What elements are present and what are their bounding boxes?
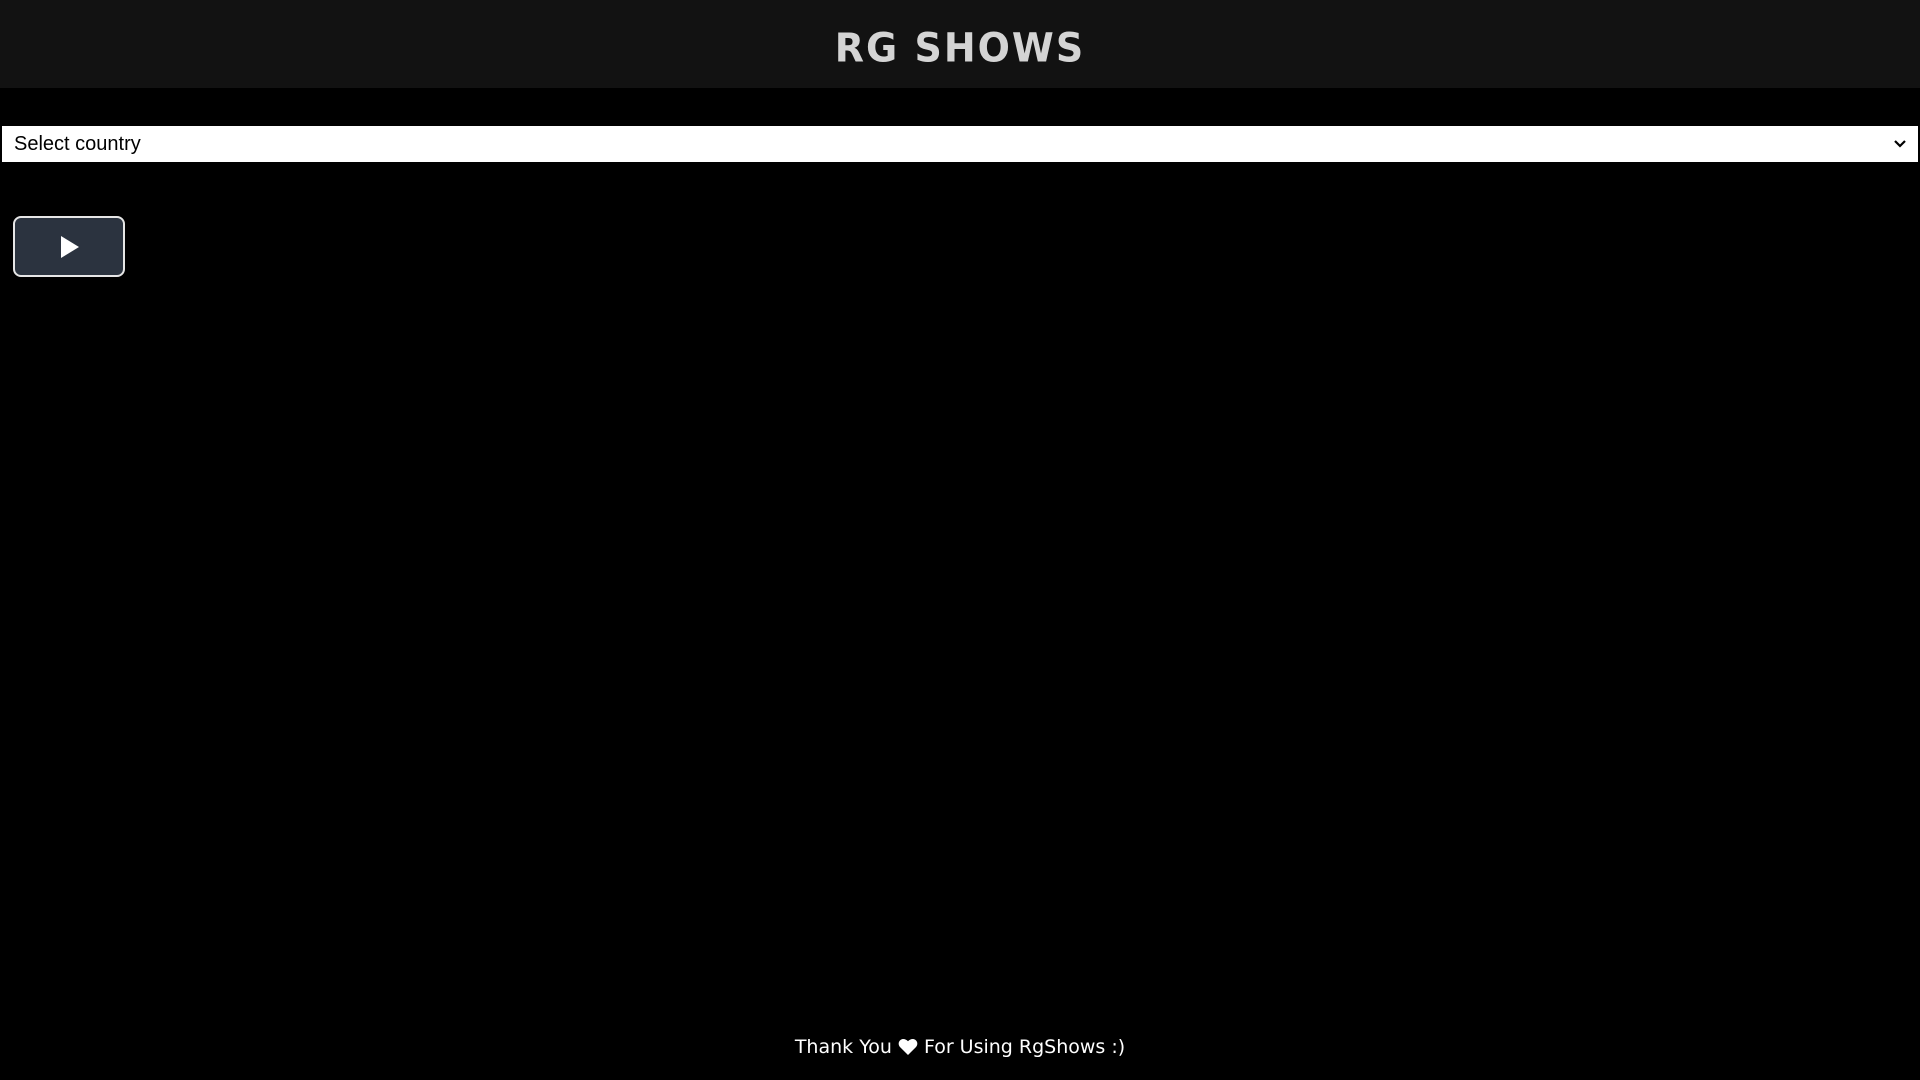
footer-text-before: Thank You — [794, 1036, 892, 1058]
country-select[interactable]: Select country — [0, 124, 1920, 164]
country-select-value: Select country — [14, 132, 141, 155]
site-logo[interactable]: RG SHOWS — [835, 25, 1085, 71]
video-play-button[interactable] — [13, 216, 125, 277]
footer-text-after: For Using RgShows :) — [923, 1036, 1126, 1058]
heart-icon — [898, 1038, 918, 1056]
site-header: RG SHOWS — [0, 0, 1920, 88]
chevron-down-icon — [1892, 136, 1908, 152]
country-select-wrapper: Select country — [0, 124, 1920, 164]
footer-message: Thank You For Using RgShows :) — [0, 1036, 1920, 1058]
play-icon — [61, 235, 79, 258]
